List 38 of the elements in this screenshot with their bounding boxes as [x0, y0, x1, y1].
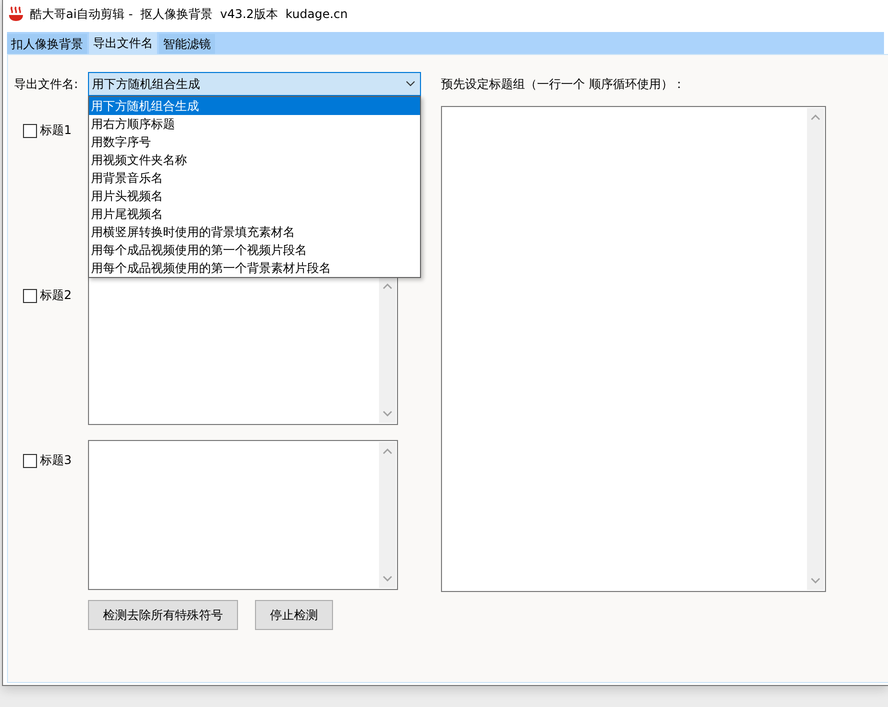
text-area[interactable]	[88, 275, 398, 425]
scrollbar[interactable]	[379, 277, 396, 423]
dropdown-option[interactable]: 用片头视频名	[89, 187, 420, 205]
checkbox-label: 标题2	[40, 287, 72, 304]
dropdown-option[interactable]: 用每个成品视频使用的第一个视频片段名	[89, 241, 420, 259]
window-title: 酷大哥ai自动剪辑 - 抠人像换背景 v43.2版本 kudage.cn	[30, 6, 348, 22]
scrollbar[interactable]	[379, 442, 396, 588]
dropdown-option[interactable]: 用视频文件夹名称	[89, 151, 420, 169]
dropdown-option[interactable]: 用右方顺序标题	[89, 115, 420, 133]
dropdown-option[interactable]: 用片尾视频名	[89, 205, 420, 223]
field-label: 预先设定标题组（一行一个 顺序循环使用）：	[441, 76, 686, 93]
checkbox-label: 标题1	[40, 122, 72, 139]
scrollbar[interactable]	[807, 108, 824, 590]
scroll-down-icon	[811, 578, 820, 584]
action-button[interactable]: 停止检测	[255, 600, 333, 630]
tab[interactable]: 导出文件名	[89, 32, 157, 54]
text-area[interactable]	[88, 440, 398, 590]
field-label: 导出文件名:	[14, 76, 80, 92]
dropdown-option[interactable]: 用背景音乐名	[89, 169, 420, 187]
scroll-up-icon	[811, 114, 820, 120]
tab[interactable]: 扣人像换背景	[7, 34, 87, 54]
dropdown-option[interactable]: 用每个成品视频使用的第一个背景素材片段名	[89, 259, 420, 277]
checkbox-label: 标题3	[40, 452, 72, 469]
tab[interactable]: 智能滤镜	[159, 34, 215, 54]
scroll-up-icon	[383, 283, 392, 289]
chevron-down-icon	[406, 81, 415, 87]
dropdown-option[interactable]: 用下方随机组合生成	[89, 97, 420, 115]
steam-icon	[8, 6, 24, 22]
scroll-down-icon	[383, 411, 392, 417]
checkbox[interactable]	[23, 124, 37, 138]
checkbox[interactable]	[23, 288, 37, 302]
checkbox[interactable]	[23, 454, 37, 468]
dropdown-option[interactable]: 用横竖屏转换时使用的背景填充素材名	[89, 223, 420, 241]
scroll-up-icon	[383, 448, 392, 454]
scroll-down-icon	[383, 576, 392, 582]
dropdown-option[interactable]: 用数字序号	[89, 133, 420, 151]
dropdown-select[interactable]: 用下方随机组合生成	[88, 72, 421, 96]
action-button[interactable]: 检测去除所有特殊符号	[88, 600, 238, 630]
